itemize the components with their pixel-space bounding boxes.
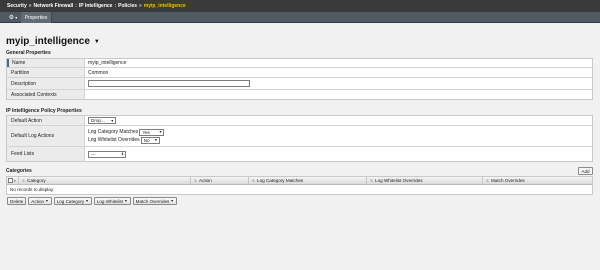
column-header-label: Match Overrides xyxy=(491,178,525,183)
select-value: Yes xyxy=(142,129,150,135)
breadcrumb-item-ip-intelligence[interactable]: IP Intelligence xyxy=(79,3,113,9)
tab-bar: ⚙ ▾ Properties xyxy=(0,12,600,23)
table-header: ▾ ⇅ Category ⇅ Action ⇅ Log Category Matche… xyxy=(7,177,592,185)
add-button[interactable]: Add xyxy=(578,167,593,175)
chevron-down-icon: ▼ xyxy=(110,118,114,123)
column-header-label: Action xyxy=(199,178,212,183)
column-header-label: Category xyxy=(27,178,46,183)
button-label: Log Whitelist xyxy=(96,198,124,204)
property-row-partition: Partition Common xyxy=(7,68,592,78)
column-header-log-whitelist-overrides[interactable]: ⇅ Log Whitelist Overrides xyxy=(367,177,483,184)
property-row-associated-contexts: Associated Contexts xyxy=(7,90,592,99)
property-row-name: Name myip_intelligence xyxy=(7,59,592,68)
general-properties-table: Name myip_intelligence Partition Common … xyxy=(6,58,593,100)
button-label: Log Category xyxy=(56,198,85,204)
breadcrumb-item-current: myip_intelligence xyxy=(143,3,186,9)
tab-properties[interactable]: Properties xyxy=(21,12,52,23)
chevron-down-icon: ▼ xyxy=(158,130,163,134)
property-row-default-log-actions: Default Log Actions Log Category Matches… xyxy=(7,126,592,147)
property-label: Partition xyxy=(7,68,85,77)
sort-icon: ⇅ xyxy=(370,178,374,183)
partition-value: Common xyxy=(88,69,109,76)
description-input[interactable] xyxy=(88,80,250,87)
breadcrumb-separator: : xyxy=(114,3,117,9)
caret-down-icon: ▼ xyxy=(93,38,100,45)
page-title-menu[interactable]: myip_intelligence ▼ xyxy=(6,36,100,47)
action-menu-button[interactable]: Action ▼ xyxy=(28,197,52,205)
gear-icon: ⚙ xyxy=(8,15,15,21)
default-action-select[interactable]: Drop... ▼ xyxy=(88,117,116,124)
policy-properties-title: IP Intelligence Policy Properties xyxy=(6,108,82,114)
empty-state-text: No records to display. xyxy=(10,187,55,192)
property-row-feed-lists: Feed Lists --- ⬍ xyxy=(7,147,592,161)
column-header-action[interactable]: ⇅ Action xyxy=(191,177,249,184)
settings-menu-button[interactable]: ⚙ ▾ xyxy=(6,13,20,22)
breadcrumb: Security » Network Firewall : IP Intelli… xyxy=(0,0,600,12)
sort-icon: ⇅ xyxy=(252,178,256,183)
property-row-default-action: Default Action Drop... ▼ xyxy=(7,116,592,126)
column-header-log-category-matches[interactable]: ⇅ Log Category Matches xyxy=(249,177,367,184)
property-label: Name xyxy=(7,59,85,67)
breadcrumb-item-security[interactable]: Security xyxy=(7,3,27,9)
column-header-label: Log Category Matches xyxy=(257,178,304,183)
chevron-down-icon: ▼ xyxy=(170,199,174,203)
select-all-checkbox[interactable] xyxy=(8,178,13,183)
chevron-down-icon: ▾ xyxy=(14,178,16,183)
sort-icon: ⇅ xyxy=(22,178,26,183)
property-label: Feed Lists xyxy=(7,147,85,161)
log-category-menu-button[interactable]: Log Category ▼ xyxy=(53,197,92,205)
property-label: Description xyxy=(7,78,85,89)
property-row-description: Description xyxy=(7,78,592,90)
property-label: Default Log Actions xyxy=(7,126,85,146)
sort-icon: ⇅ xyxy=(486,178,490,183)
property-label: Default Action xyxy=(7,116,85,125)
button-label: Action xyxy=(31,198,45,204)
select-value: Drop... xyxy=(91,118,105,123)
log-whitelist-menu-button[interactable]: Log Whitelist ▼ xyxy=(93,197,131,205)
property-label: Associated Contexts xyxy=(7,90,85,99)
log-category-label: Log Category Matches xyxy=(88,129,139,135)
associated-contexts-value xyxy=(85,90,592,99)
general-properties-title: General Properties xyxy=(6,50,51,56)
name-value: myip_intelligence xyxy=(88,60,127,66)
select-value: --- xyxy=(91,151,96,157)
select-value: No xyxy=(143,137,150,143)
column-header-category[interactable]: ⇅ Category xyxy=(19,177,191,184)
select-all-menu[interactable]: ▾ xyxy=(7,177,19,184)
chevron-down-icon: ▼ xyxy=(45,199,49,203)
breadcrumb-separator: » xyxy=(139,3,142,9)
categories-table: ▾ ⇅ Category ⇅ Action ⇅ Log Category Matche… xyxy=(6,176,593,195)
delete-button[interactable]: Delete xyxy=(7,197,27,205)
breadcrumb-separator: : xyxy=(75,3,77,9)
button-label: Match Overrides xyxy=(135,198,170,204)
breadcrumb-separator: » xyxy=(28,3,32,9)
breadcrumb-item-policies[interactable]: Policies xyxy=(118,3,137,9)
feed-lists-select[interactable]: --- ⬍ xyxy=(88,150,126,158)
page-title: myip_intelligence xyxy=(6,36,90,47)
log-whitelist-select[interactable]: No ▼ xyxy=(140,136,160,144)
column-header-match-overrides[interactable]: ⇅ Match Overrides xyxy=(483,177,592,184)
action-toolbar: Delete Action ▼ Log Category ▼ Log Whiteli… xyxy=(7,197,177,205)
breadcrumb-item-network-firewall[interactable]: Network Firewall xyxy=(34,3,74,9)
policy-properties-table: Default Action Drop... ▼ Default Log Acti… xyxy=(6,115,593,162)
match-overrides-menu-button[interactable]: Match Overrides ▼ xyxy=(132,197,177,205)
chevron-down-icon: ▾ xyxy=(15,15,18,20)
categories-title: Categories xyxy=(6,168,32,174)
log-category-select[interactable]: Yes ▼ xyxy=(139,128,165,136)
log-whitelist-label: Log Whitelist Overrides xyxy=(88,137,140,143)
column-header-label: Log Whitelist Overrides xyxy=(375,178,423,183)
chevron-down-icon: ▼ xyxy=(154,138,158,142)
chevron-updown-icon: ⬍ xyxy=(120,152,124,156)
sort-icon: ⇅ xyxy=(194,178,198,183)
chevron-down-icon: ▼ xyxy=(124,199,128,203)
chevron-down-icon: ▼ xyxy=(85,199,89,203)
